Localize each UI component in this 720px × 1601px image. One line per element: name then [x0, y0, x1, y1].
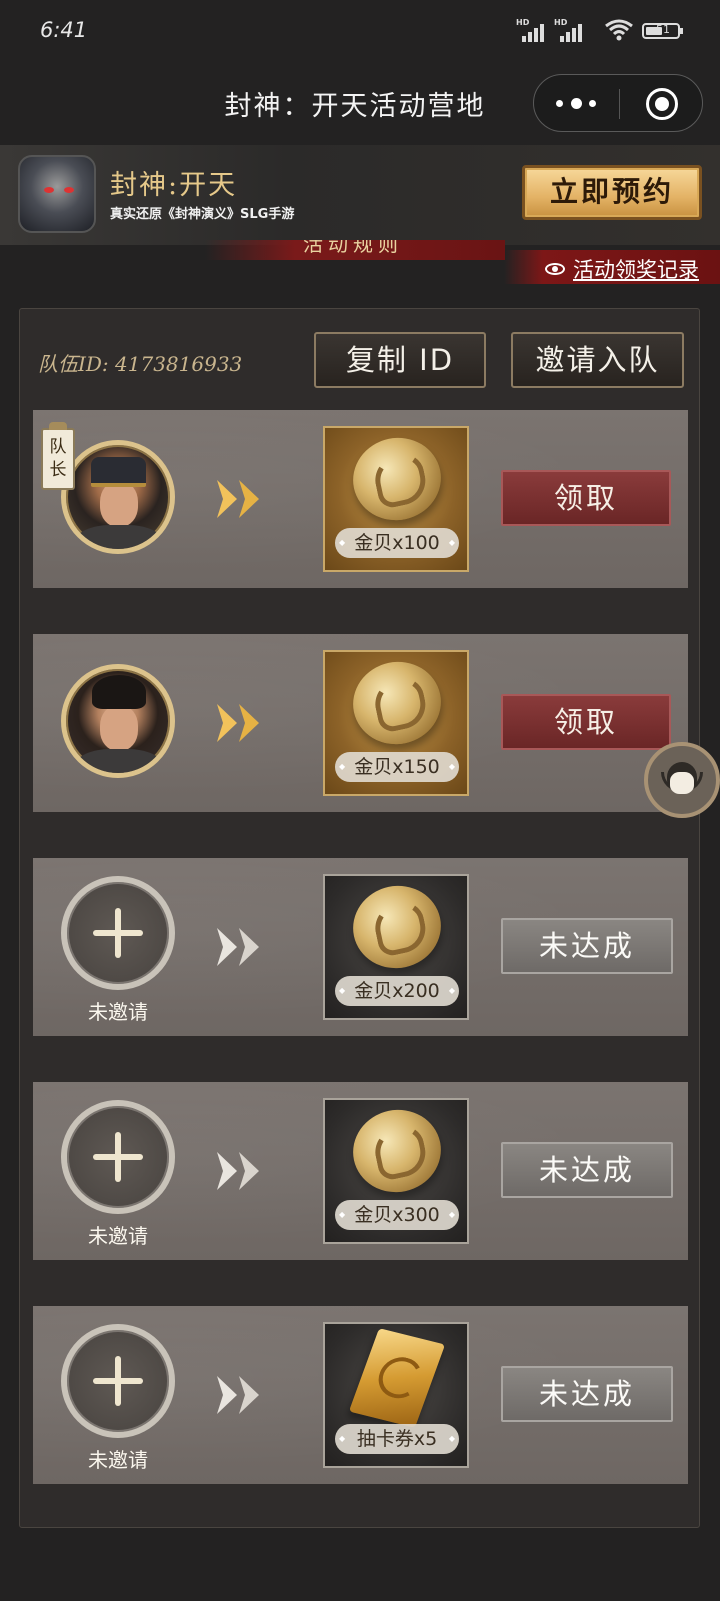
- status-bar: 6:41 HD HD 51: [0, 0, 720, 60]
- reward-label: 金贝x100: [335, 528, 459, 558]
- arrow-icon: [213, 1372, 283, 1418]
- captain-avatar: [61, 440, 175, 554]
- game-title: 封神:开天: [110, 170, 238, 201]
- invite-button[interactable]: 邀请入队: [511, 332, 684, 388]
- reward-item: 抽卡券x5: [323, 1322, 469, 1468]
- draw-ticket-icon: [348, 1328, 446, 1428]
- arrow-icon: [213, 1148, 283, 1194]
- gold-coin-icon: [345, 653, 449, 753]
- team-row: 未邀请 抽卡券x5 未达成: [33, 1306, 688, 1484]
- arrow-icon: [213, 476, 283, 522]
- game-subtitle: 真实还原《封神演义》SLG手游: [110, 207, 295, 222]
- game-banner: 封神:开天 真实还原《封神演义》SLG手游 立即预约: [0, 145, 720, 245]
- team-id: 队伍ID: 4173816933: [38, 352, 243, 376]
- reward-item: 金贝x200: [323, 874, 469, 1020]
- reward-item: 金贝x150: [323, 650, 469, 796]
- team-row: 未邀请 金贝x300 未达成: [33, 1082, 688, 1260]
- clock: 6:41: [40, 18, 88, 42]
- rules-ribbon[interactable]: 活动规则: [205, 240, 505, 260]
- invite-slot-plus-icon[interactable]: [61, 876, 175, 990]
- not-achieved-button[interactable]: 未达成: [501, 1366, 673, 1422]
- arrow-icon: [213, 700, 283, 746]
- reward-item: 金贝x100: [323, 426, 469, 572]
- eye-icon: [545, 263, 565, 275]
- rules-link[interactable]: 活动规则: [303, 240, 403, 257]
- more-dots-icon[interactable]: [556, 91, 596, 115]
- capsule-divider: [619, 89, 620, 119]
- reward-label: 金贝x300: [335, 1200, 459, 1230]
- team-row: 队长 金贝x100 领取: [33, 410, 688, 588]
- reward-label: 金贝x150: [335, 752, 459, 782]
- cell-signal-icon: HD: [516, 18, 546, 42]
- gold-coin-icon: [345, 429, 449, 529]
- slot-status-label: 未邀请: [88, 1224, 148, 1248]
- arrow-icon: [213, 924, 283, 970]
- invite-slot-plus-icon[interactable]: [61, 1100, 175, 1214]
- copy-id-button[interactable]: 复制 ID: [314, 332, 486, 388]
- preorder-button[interactable]: 立即预约: [522, 165, 702, 220]
- records-link[interactable]: 活动领奖记录: [545, 254, 699, 284]
- not-achieved-button[interactable]: 未达成: [501, 1142, 673, 1198]
- team-row: 未邀请 金贝x200 未达成: [33, 858, 688, 1036]
- reward-item: 金贝x300: [323, 1098, 469, 1244]
- customer-service-icon[interactable]: [644, 742, 720, 818]
- nav-bar: 封神：开天活动营地: [0, 60, 720, 145]
- target-icon[interactable]: [646, 88, 678, 120]
- not-achieved-button[interactable]: 未达成: [501, 918, 673, 974]
- wifi-icon: [604, 18, 634, 42]
- claim-button[interactable]: 领取: [501, 470, 671, 526]
- gold-coin-icon: [345, 1101, 449, 1201]
- claim-button[interactable]: 领取: [501, 694, 671, 750]
- member-avatar: [61, 664, 175, 778]
- records-link-label: 活动领奖记录: [573, 258, 699, 282]
- invite-slot-plus-icon[interactable]: [61, 1324, 175, 1438]
- reward-label: 抽卡券x5: [335, 1424, 459, 1454]
- cell-signal-icon: HD: [554, 18, 584, 42]
- slot-status-label: 未邀请: [88, 1448, 148, 1472]
- reward-label: 金贝x200: [335, 976, 459, 1006]
- team-row: 金贝x150 领取: [33, 634, 688, 812]
- dragon-app-icon: [18, 155, 96, 233]
- gold-coin-icon: [345, 877, 449, 977]
- miniprogram-capsule: [533, 74, 703, 132]
- battery-icon: 51: [642, 23, 683, 39]
- captain-badge: 队长: [41, 422, 75, 490]
- slot-status-label: 未邀请: [88, 1000, 148, 1024]
